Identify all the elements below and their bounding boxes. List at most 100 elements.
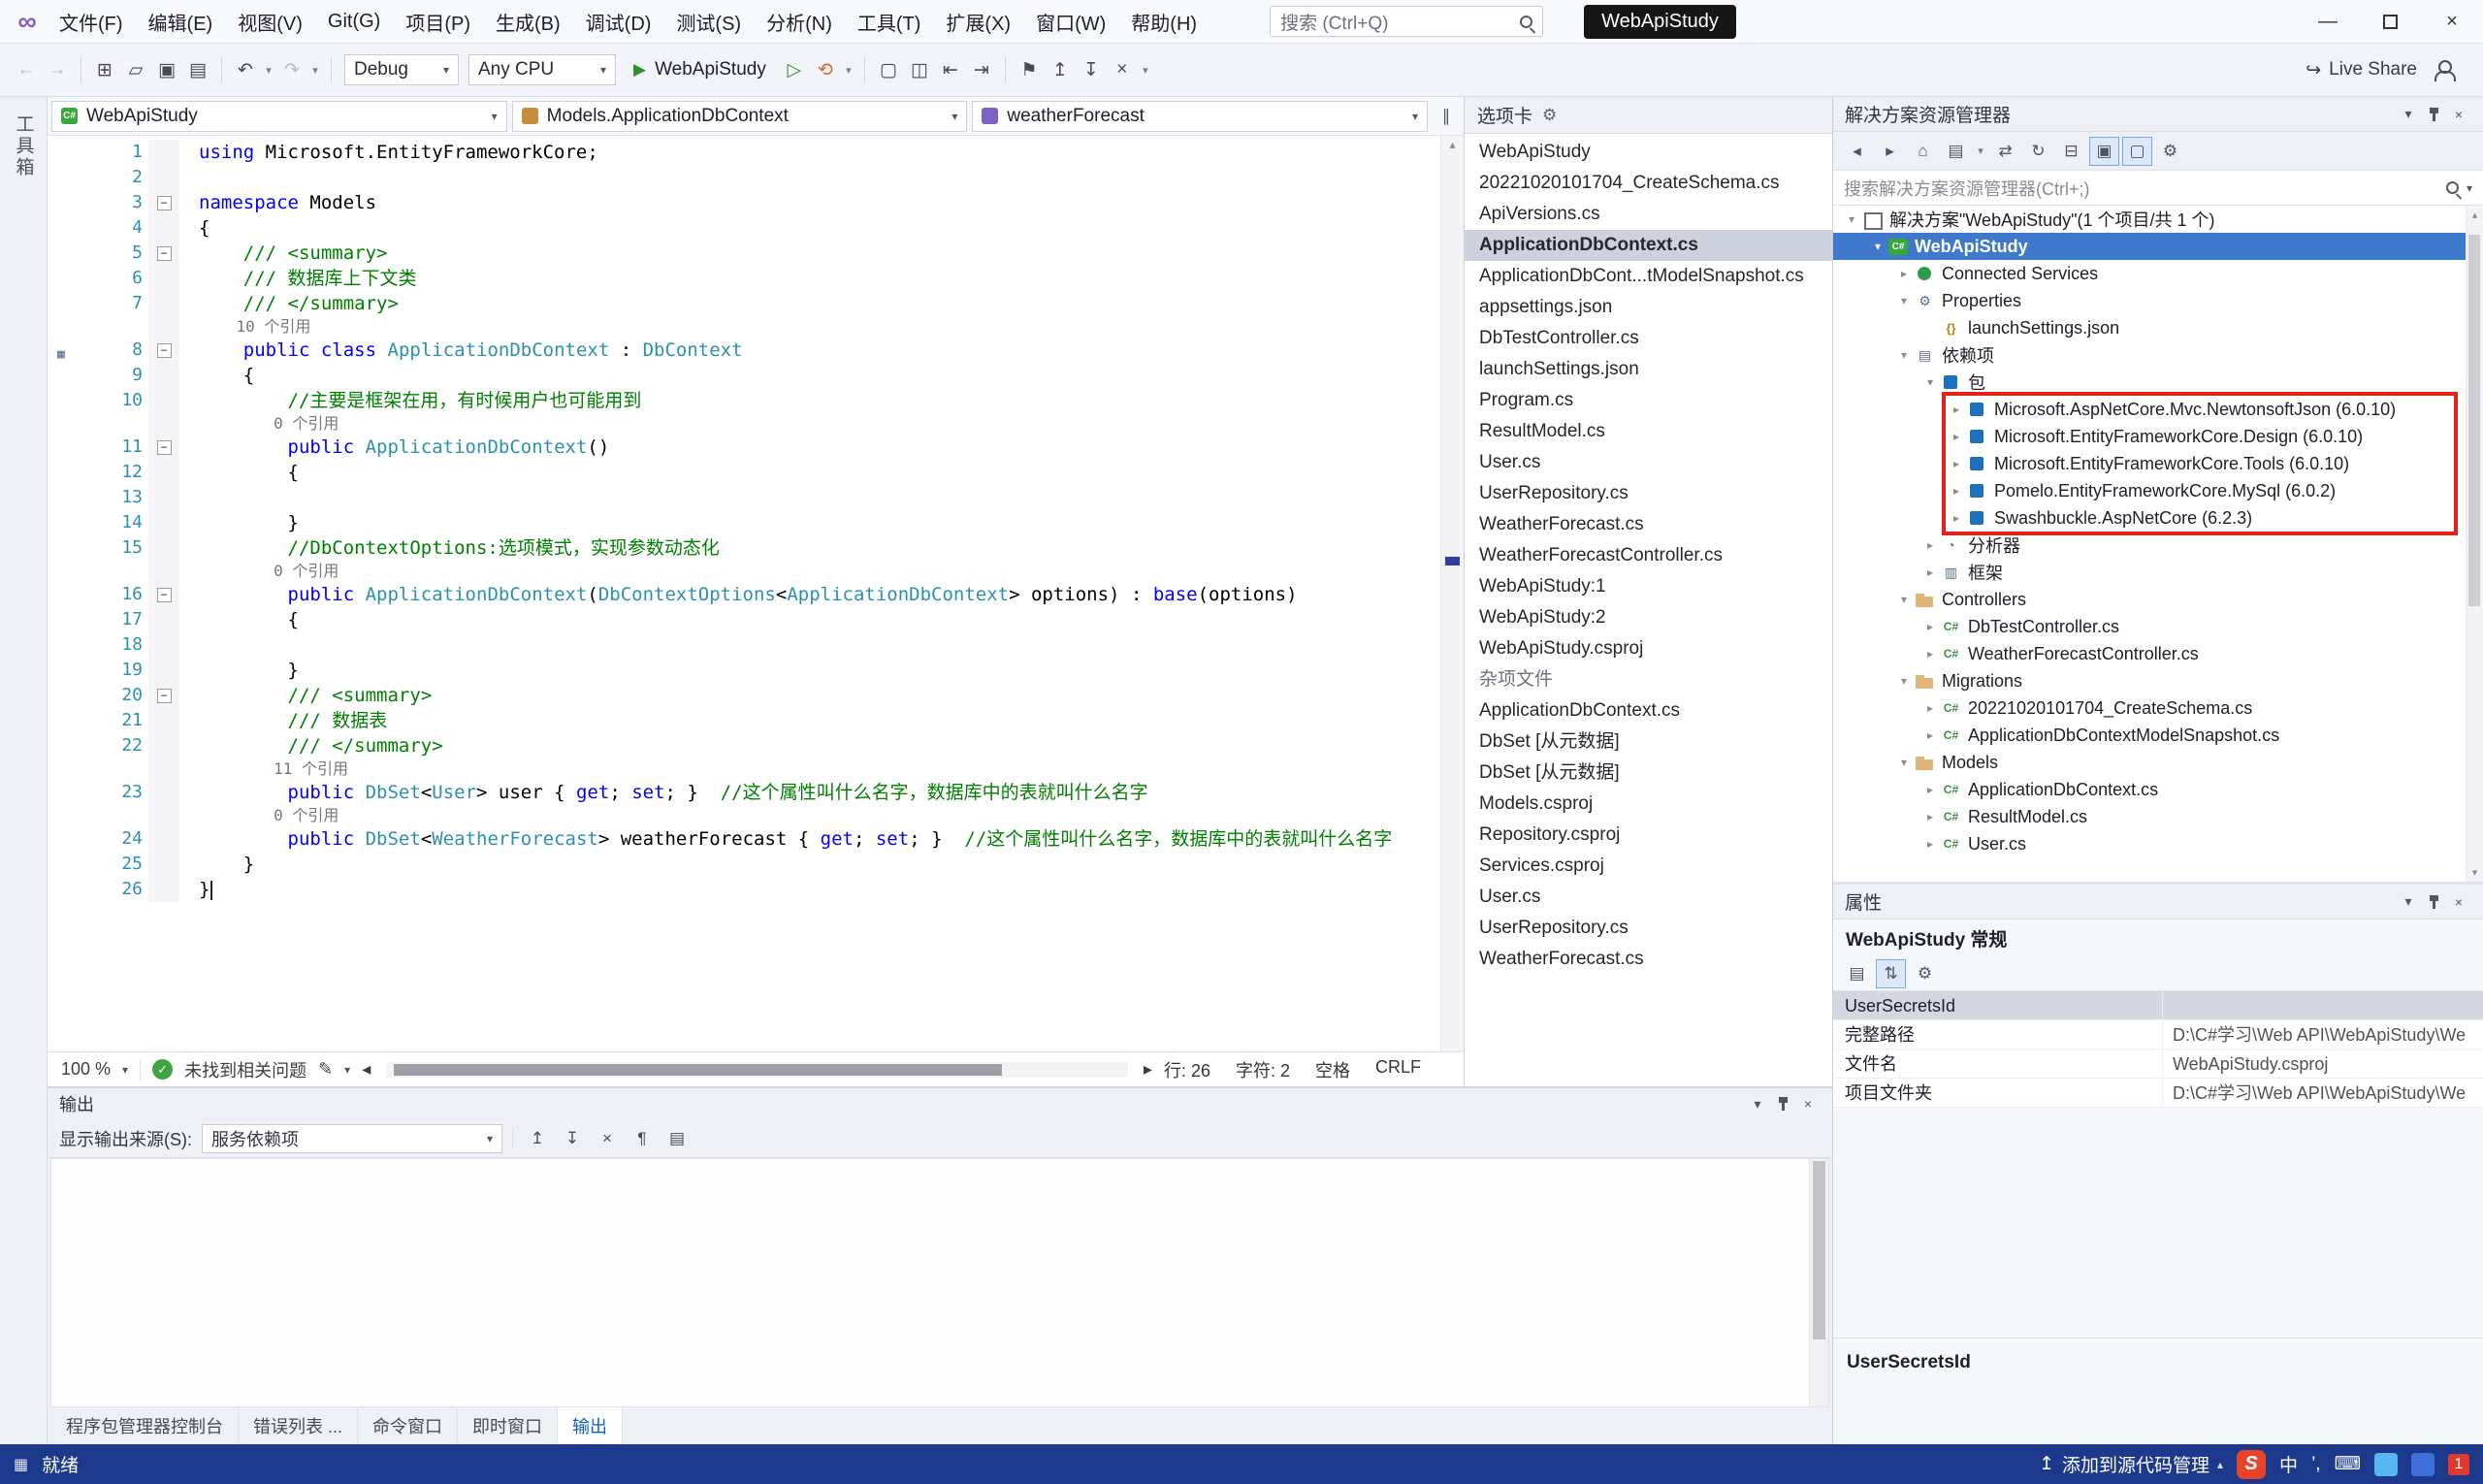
sogou-ime-icon[interactable]: S <box>2237 1450 2266 1479</box>
open-document-item[interactable]: Services.csproj <box>1465 851 1832 882</box>
tree-item[interactable]: ▸Microsoft.EntityFrameworkCore.Tools (6.… <box>1833 450 2483 477</box>
close-button[interactable]: × <box>2421 0 2483 43</box>
menu-item[interactable]: 项目(P) <box>393 0 483 43</box>
open-document-item[interactable]: WeatherForecast.cs <box>1465 944 1832 975</box>
open-document-item[interactable]: ApplicationDbContext.cs <box>1465 695 1832 726</box>
open-document-item[interactable]: UserRepository.cs <box>1465 913 1832 944</box>
tree-item[interactable]: ▾Controllers <box>1833 586 2483 613</box>
spaces-indicator[interactable]: 空格 <box>1315 1057 1350 1082</box>
code-cleanup-icon[interactable]: ✎ <box>318 1059 333 1080</box>
scrollbar-thumb[interactable] <box>2468 235 2480 606</box>
undo-icon[interactable]: ↶ <box>231 53 260 86</box>
sync-with-active-document-icon[interactable]: ⇄ <box>1990 137 2020 166</box>
scroll-up-icon[interactable]: ▴ <box>2472 209 2478 221</box>
solution-explorer-scrollbar[interactable]: ▴▾ <box>2466 206 2483 882</box>
collapse-arrow-icon[interactable]: ▾ <box>1919 375 1941 389</box>
codelens-references[interactable]: 10 个引用 <box>48 316 1440 338</box>
next-message-icon[interactable]: ↧ <box>558 1125 587 1152</box>
tree-item[interactable]: ▾Migrations <box>1833 667 2483 694</box>
collapse-arrow-icon[interactable]: ▾ <box>1841 212 1862 226</box>
editor-vertical-scrollbar[interactable]: ▴ <box>1440 136 1464 1051</box>
type-dropdown[interactable]: Models.ApplicationDbContext ▾ <box>512 101 968 132</box>
property-row[interactable]: 文件名WebApiStudy.csproj <box>1833 1049 2483 1079</box>
word-wrap-icon[interactable]: ¶ <box>628 1125 657 1152</box>
split-window-icon[interactable]: ◫ <box>905 53 934 86</box>
indent-decrease-icon[interactable]: ⇤ <box>936 53 965 86</box>
collapse-all-icon[interactable]: ⊟ <box>2056 137 2086 166</box>
tree-item[interactable]: ▸Pomelo.EntityFrameworkCore.MySql (6.0.2… <box>1833 477 2483 504</box>
property-row[interactable]: 完整路径D:\C#学习\Web API\WebApiStudy\We <box>1833 1020 2483 1049</box>
live-share-button[interactable]: ↪ Live Share <box>2306 59 2417 81</box>
toolbox-tab[interactable]: 工具箱 <box>9 109 39 184</box>
tree-item[interactable]: ▸Microsoft.EntityFrameworkCore.Design (6… <box>1833 423 2483 450</box>
undo-dropdown-icon[interactable]: ▾ <box>262 64 275 77</box>
tree-item[interactable]: ▸▥框架 <box>1833 559 2483 586</box>
start-debugging-button[interactable]: ▶WebApiStudy <box>624 53 776 86</box>
indent-increase-icon[interactable]: ⇥ <box>967 53 996 86</box>
menu-item[interactable]: 测试(S) <box>663 0 754 43</box>
keyboard-icon[interactable]: ⌨ <box>2335 1453 2361 1475</box>
codelens-references[interactable]: 11 个引用 <box>48 758 1440 780</box>
feedback-icon[interactable]: ▦ <box>14 1455 28 1474</box>
nav-back-icon[interactable]: ← <box>12 53 41 86</box>
tree-item[interactable]: ▸C#WeatherForecastController.cs <box>1833 640 2483 667</box>
properties-icon[interactable]: ⚙ <box>2155 137 2185 166</box>
open-document-item[interactable]: ApplicationDbCont...tModelSnapshot.cs <box>1465 261 1832 292</box>
open-document-item[interactable]: Program.cs <box>1465 385 1832 416</box>
tree-item[interactable]: ▸C#ResultModel.cs <box>1833 803 2483 830</box>
fold-collapse-icon[interactable]: − <box>157 440 172 455</box>
scroll-down-icon[interactable]: ▾ <box>2472 866 2478 879</box>
open-document-item[interactable]: WeatherForecastController.cs <box>1465 540 1832 571</box>
add-to-source-control-button[interactable]: ↥ 添加到源代码管理 ▴ <box>2039 1451 2223 1477</box>
menu-item[interactable]: 文件(F) <box>47 0 136 43</box>
window-position-icon[interactable]: ▾ <box>1745 1092 1770 1115</box>
scrollbar-thumb[interactable] <box>394 1064 1002 1076</box>
new-window-icon[interactable]: ▢ <box>874 53 903 86</box>
tree-item[interactable]: ▾⚙Properties <box>1833 287 2483 314</box>
eol-indicator[interactable]: CRLF <box>1375 1057 1421 1082</box>
menu-item[interactable]: 分析(N) <box>754 0 845 43</box>
tree-item[interactable]: ▸C#User.cs <box>1833 830 2483 857</box>
property-row[interactable]: 项目文件夹D:\C#学习\Web API\WebApiStudy\We <box>1833 1079 2483 1108</box>
menu-item[interactable]: 生成(B) <box>483 0 573 43</box>
alphabetical-icon[interactable]: ⇅ <box>1876 959 1906 988</box>
tree-item[interactable]: ▾Models <box>1833 749 2483 776</box>
redo-icon[interactable]: ↷ <box>277 53 306 86</box>
tree-item[interactable]: ▸C#DbTestController.cs <box>1833 613 2483 640</box>
output-content[interactable] <box>50 1158 1829 1407</box>
maximize-button[interactable] <box>2359 0 2421 43</box>
expand-arrow-icon[interactable]: ▸ <box>1946 457 1967 470</box>
open-document-item[interactable]: User.cs <box>1465 882 1832 913</box>
open-document-item[interactable]: appsettings.json <box>1465 292 1832 323</box>
output-scrollbar[interactable] <box>1809 1159 1828 1406</box>
scroll-right-icon[interactable]: ▸ <box>1144 1059 1152 1080</box>
debug-configuration-dropdown[interactable]: Debug▾ <box>344 54 459 85</box>
platform-dropdown[interactable]: Any CPU▾ <box>468 54 616 85</box>
next-bookmark-icon[interactable]: ↧ <box>1077 53 1106 86</box>
tree-item[interactable]: ▸C#20221020101704_CreateSchema.cs <box>1833 694 2483 722</box>
panel-tab[interactable]: 输出 <box>558 1407 623 1444</box>
menu-item[interactable]: 编辑(E) <box>136 0 226 43</box>
expand-arrow-icon[interactable]: ▸ <box>1919 810 1941 823</box>
property-pages-icon[interactable]: ⚙ <box>1910 959 1940 988</box>
expand-arrow-icon[interactable]: ▸ <box>1919 783 1941 796</box>
expand-arrow-icon[interactable]: ▸ <box>1946 403 1967 416</box>
expand-arrow-icon[interactable]: ▸ <box>1946 511 1967 525</box>
fold-collapse-icon[interactable]: − <box>157 196 172 210</box>
fold-collapse-icon[interactable]: − <box>157 588 172 602</box>
expand-arrow-icon[interactable]: ▸ <box>1919 538 1941 552</box>
tree-item[interactable]: ▸C#ApplicationDbContext.cs <box>1833 776 2483 803</box>
panel-tab[interactable]: 错误列表 ... <box>239 1407 358 1444</box>
gear-icon[interactable]: ⚙ <box>1542 106 1557 125</box>
tree-item[interactable]: {}launchSettings.json <box>1833 314 2483 341</box>
project-dropdown[interactable]: C# WebApiStudy ▾ <box>51 101 507 132</box>
document-group-header[interactable]: 杂项文件 <box>1465 664 1832 695</box>
expand-arrow-icon[interactable]: ▸ <box>1893 267 1915 280</box>
editor-horizontal-scrollbar[interactable] <box>386 1062 1128 1078</box>
show-all-files-icon[interactable]: ▣ <box>2089 137 2119 166</box>
open-document-item[interactable]: ApiVersions.cs <box>1465 199 1832 230</box>
start-without-debugging-icon[interactable]: ▷ <box>780 53 809 86</box>
open-document-item[interactable]: WeatherForecast.cs <box>1465 509 1832 540</box>
account-icon[interactable] <box>2433 59 2454 81</box>
tree-item[interactable]: ▾包 <box>1833 369 2483 396</box>
